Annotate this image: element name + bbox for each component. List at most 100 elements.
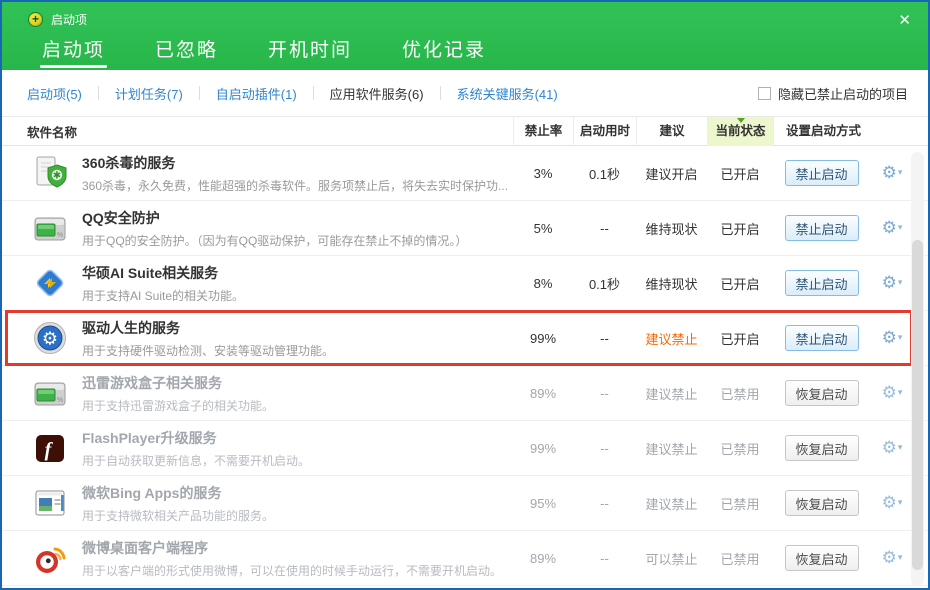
svg-text:%: % <box>57 232 63 239</box>
ban-rate-value: 89% <box>513 386 573 401</box>
status-value: 已禁用 <box>707 494 773 513</box>
boot-time-value: 0.1秒 <box>573 164 636 183</box>
subtab-app-services[interactable]: 应用软件服务(6) <box>330 84 424 103</box>
action-button[interactable]: 恢复启动 <box>785 380 859 406</box>
window-title: 启动项 <box>51 11 87 28</box>
subtab-autostart-plugins[interactable]: 自启动插件(1) <box>216 84 297 103</box>
boot-time-value: -- <box>573 441 636 456</box>
ban-rate-value: 99% <box>513 441 573 456</box>
suggestion-value: 建议禁止 <box>636 439 707 458</box>
boot-time-value: -- <box>573 496 636 511</box>
table-row: 微软Bing Apps的服务 用于支持微软相关产品功能的服务。 95% -- 建… <box>2 476 928 531</box>
suggestion-value: 维持现状 <box>636 274 707 293</box>
table-row: % 迅雷游戏盒子相关服务 用于支持迅雷游戏盒子的相关功能。 89% -- 建议禁… <box>2 366 928 421</box>
action-button[interactable]: 禁止启动 <box>785 160 859 186</box>
hide-disabled-option: 隐藏已禁止启动的项目 <box>758 84 908 103</box>
row-name: QQ安全防护 <box>82 208 513 228</box>
tab-boot-time[interactable]: 开机时间 <box>266 32 354 71</box>
header-set-startup-mode: 设置启动方式 <box>773 117 914 146</box>
doc-shield-icon: ✱ <box>32 155 68 191</box>
header-current-status[interactable]: 当前状态 <box>707 117 773 146</box>
suggestion-value: 建议开启 <box>636 164 707 183</box>
table-row: 微博桌面客户端程序 用于以客户端的形式使用微博，可以在使用的时候手动运行，不需要… <box>2 531 928 586</box>
svg-text:⚙: ⚙ <box>42 329 58 349</box>
ban-rate-value: 5% <box>513 221 573 236</box>
status-value: 已禁用 <box>707 384 773 403</box>
divider <box>199 86 200 100</box>
divider <box>440 86 441 100</box>
boot-time-value: -- <box>573 551 636 566</box>
header-ban-rate[interactable]: 禁止率 <box>513 117 573 146</box>
divider <box>98 86 99 100</box>
row-name: 迅雷游戏盒子相关服务 <box>82 373 513 393</box>
ban-rate-value: 95% <box>513 496 573 511</box>
table-row: 华硕AI Suite相关服务 用于支持AI Suite的相关功能。 8% 0.1… <box>2 256 928 311</box>
settings-gear-button[interactable]: ⚙▾ <box>870 548 914 568</box>
titlebar: + 启动项 ✕ <box>2 2 928 28</box>
row-name: FlashPlayer升级服务 <box>82 428 513 448</box>
table-row: % QQ安全防护 用于QQ的安全防护。（因为有QQ驱动保护，可能存在禁止不掉的情… <box>2 201 928 256</box>
table-header: 软件名称 禁止率 启动用时 建议 当前状态 设置启动方式 <box>2 117 928 146</box>
row-desc: 用于支持迅雷游戏盒子的相关功能。 <box>82 397 513 414</box>
settings-gear-button[interactable]: ⚙▾ <box>870 438 914 458</box>
app-logo-icon: + <box>28 12 43 27</box>
category-bar: 启动项(5) 计划任务(7) 自启动插件(1) 应用软件服务(6) 系统关键服务… <box>2 70 928 117</box>
action-button[interactable]: 禁止启动 <box>785 215 859 241</box>
ban-rate-value: 89% <box>513 551 573 566</box>
flash-icon: f <box>32 430 68 466</box>
table-row: ⚙ 驱动人生的服务 用于支持硬件驱动检测、安装等驱动管理功能。 99% -- 建… <box>2 311 928 366</box>
row-desc: 用于QQ的安全防护。（因为有QQ驱动保护，可能存在禁止不掉的情况。） <box>82 232 513 249</box>
service-box-icon: % <box>32 375 68 411</box>
action-button[interactable]: 禁止启动 <box>785 270 859 296</box>
settings-gear-button[interactable]: ⚙▾ <box>870 383 914 403</box>
subtab-system-services[interactable]: 系统关键服务(41) <box>457 84 558 103</box>
settings-gear-button[interactable]: ⚙▾ <box>870 163 914 183</box>
row-desc: 用于支持微软相关产品功能的服务。 <box>82 507 513 524</box>
close-icon[interactable]: ✕ <box>898 13 911 28</box>
app-header: + 启动项 ✕ 启动项 已忽略 开机时间 优化记录 <box>2 2 928 70</box>
status-value: 已开启 <box>707 274 773 293</box>
tab-ignored[interactable]: 已忽略 <box>153 32 220 71</box>
weibo-icon <box>32 540 68 576</box>
row-name: 微软Bing Apps的服务 <box>82 483 513 503</box>
suggestion-value: 建议禁止 <box>636 494 707 513</box>
hide-disabled-label: 隐藏已禁止启动的项目 <box>778 84 908 103</box>
boot-time-value: -- <box>573 331 636 346</box>
scrollbar-thumb[interactable] <box>912 240 923 570</box>
action-button[interactable]: 恢复启动 <box>785 545 859 571</box>
divider <box>313 86 314 100</box>
settings-gear-button[interactable]: ⚙▾ <box>870 328 914 348</box>
settings-gear-button[interactable]: ⚙▾ <box>870 218 914 238</box>
row-desc: 用于支持AI Suite的相关功能。 <box>82 287 513 304</box>
startup-manager-window: + 启动项 ✕ 启动项 已忽略 开机时间 优化记录 启动项(5) 计划任务(7)… <box>0 0 930 590</box>
status-value: 已开启 <box>707 164 773 183</box>
service-box-icon: % <box>32 210 68 246</box>
settings-gear-button[interactable]: ⚙▾ <box>870 493 914 513</box>
ban-rate-value: 99% <box>513 331 573 346</box>
table-row: f FlashPlayer升级服务 用于自动获取更新信息，不需要开机启动。 99… <box>2 421 928 476</box>
hide-disabled-checkbox[interactable] <box>758 87 771 100</box>
tab-optimization-log[interactable]: 优化记录 <box>400 32 488 71</box>
main-tabs: 启动项 已忽略 开机时间 优化记录 <box>40 32 928 71</box>
status-value: 已开启 <box>707 329 773 348</box>
action-button[interactable]: 禁止启动 <box>785 325 859 351</box>
ban-rate-value: 8% <box>513 276 573 291</box>
ban-rate-value: 3% <box>513 166 573 181</box>
status-value: 已禁用 <box>707 549 773 568</box>
row-desc: 用于自动获取更新信息，不需要开机启动。 <box>82 452 513 469</box>
boot-time-value: -- <box>573 221 636 236</box>
header-suggestion[interactable]: 建议 <box>636 117 707 146</box>
action-button[interactable]: 恢复启动 <box>785 435 859 461</box>
tab-startup-items[interactable]: 启动项 <box>40 32 107 71</box>
subtab-startup-items[interactable]: 启动项(5) <box>27 84 82 103</box>
row-name: 微博桌面客户端程序 <box>82 538 513 558</box>
action-button[interactable]: 恢复启动 <box>785 490 859 516</box>
row-name: 华硕AI Suite相关服务 <box>82 263 513 283</box>
settings-gear-button[interactable]: ⚙▾ <box>870 273 914 293</box>
subtab-scheduled-tasks[interactable]: 计划任务(7) <box>115 84 183 103</box>
row-name: 驱动人生的服务 <box>82 318 513 338</box>
scrollbar[interactable] <box>911 152 924 586</box>
diamond-arrows-icon <box>32 265 68 301</box>
svg-text:✱: ✱ <box>53 171 61 182</box>
header-boot-time[interactable]: 启动用时 <box>573 117 636 146</box>
